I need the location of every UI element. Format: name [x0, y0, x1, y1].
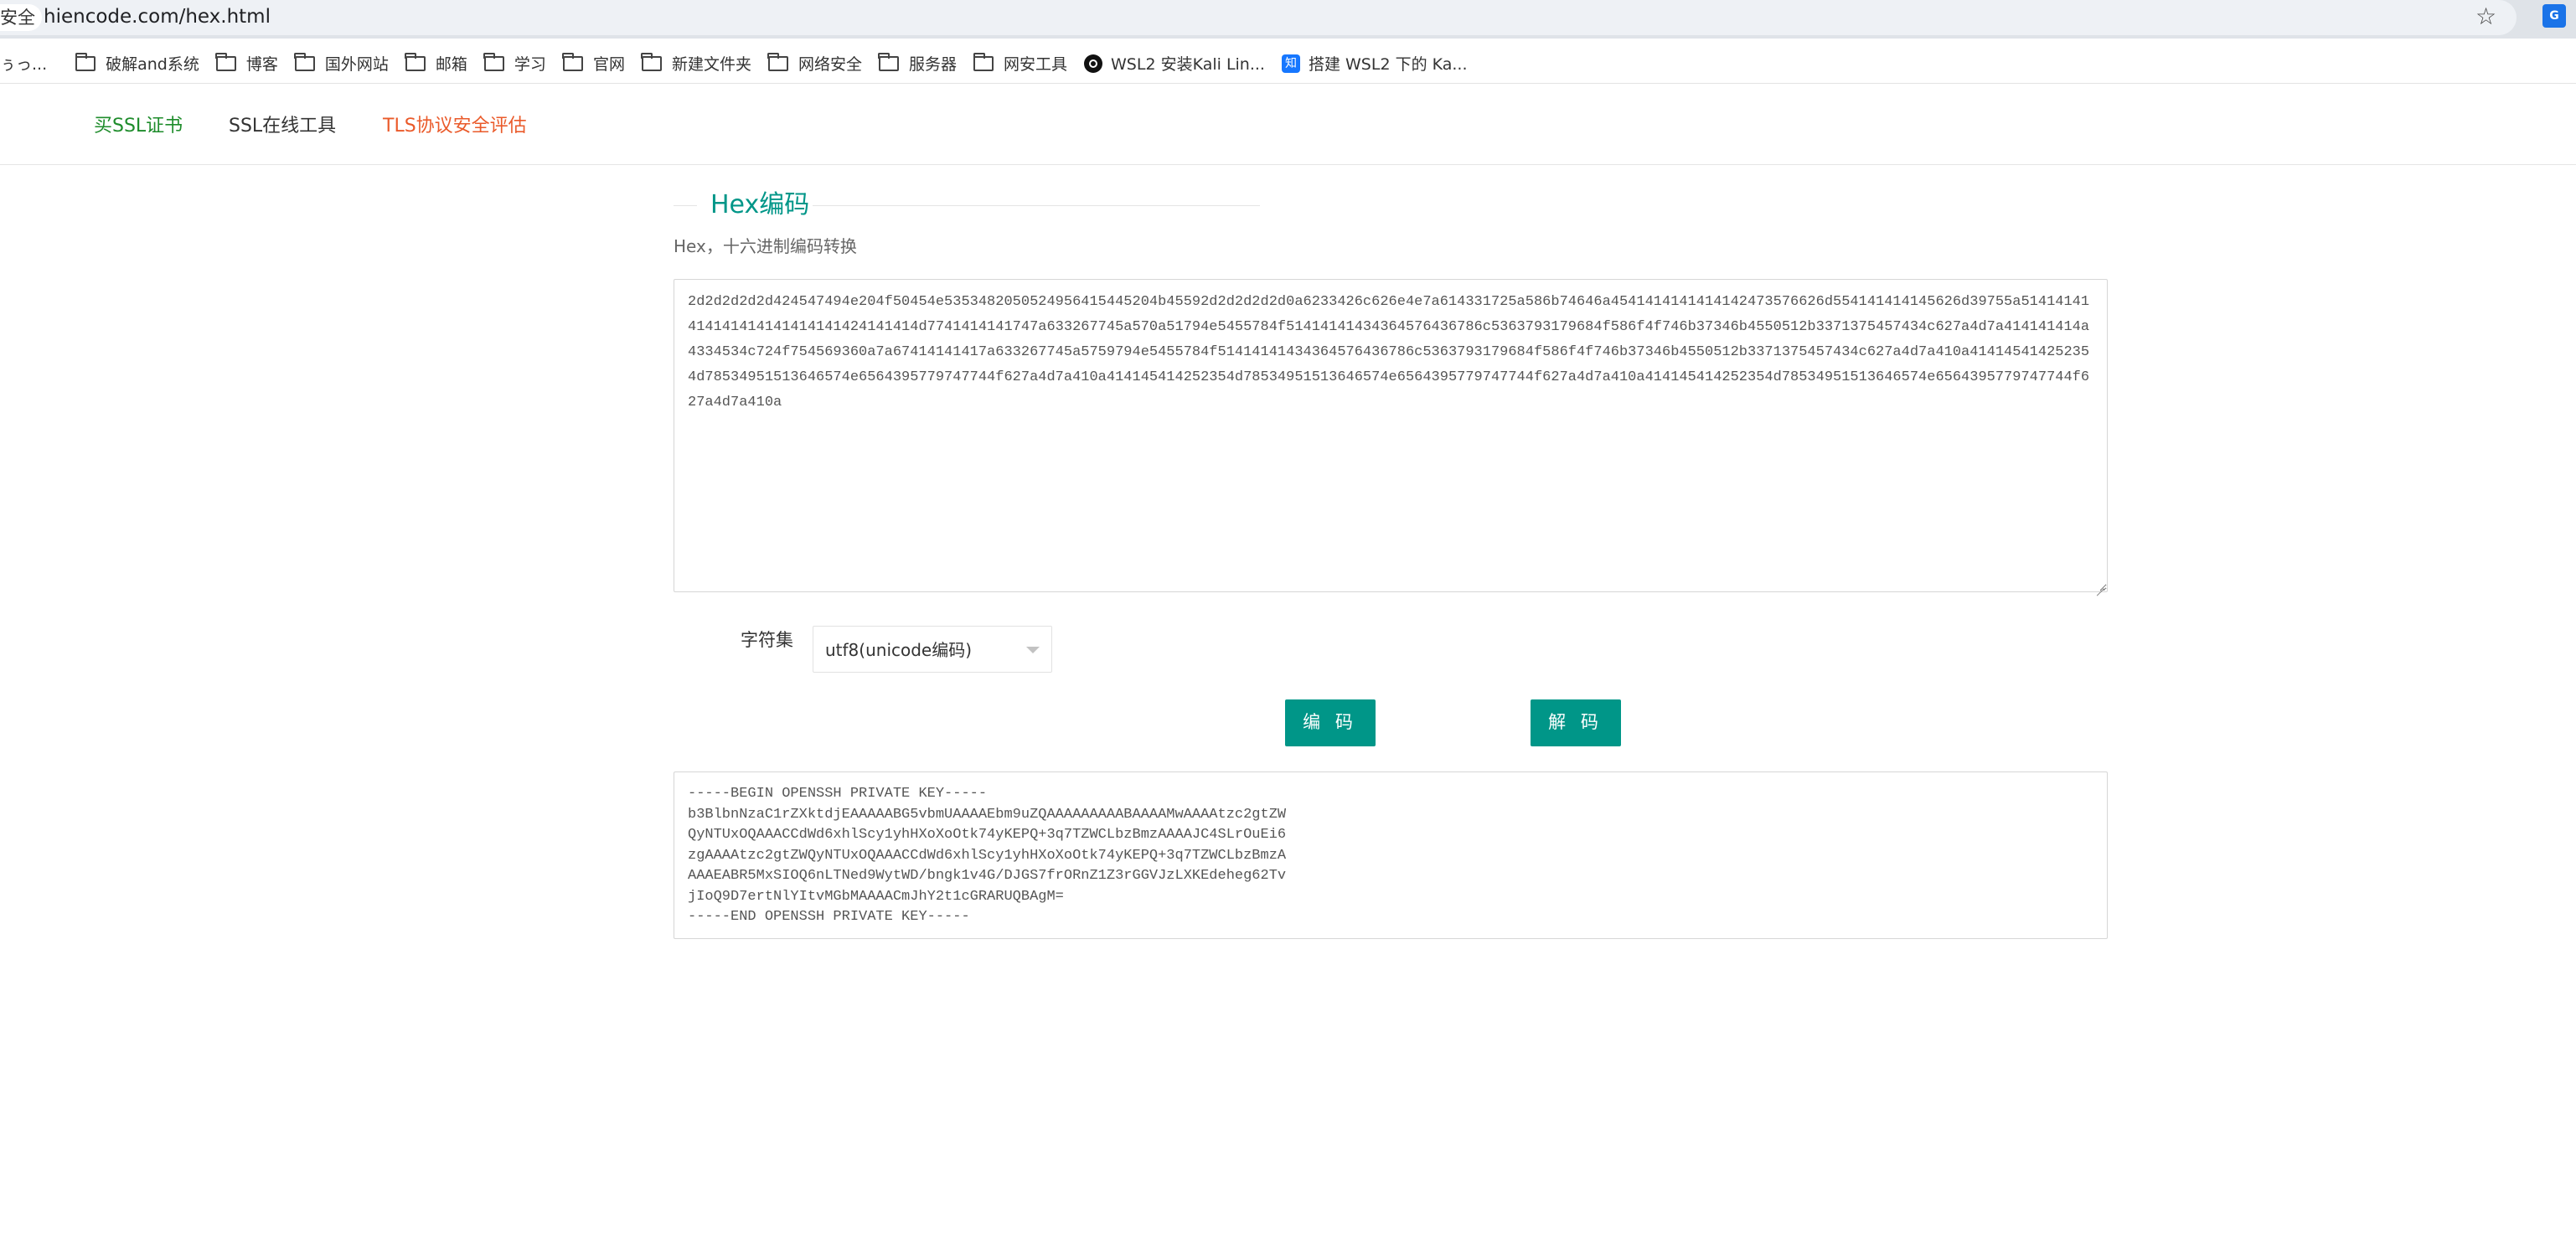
- site-nav: 买SSL证书 SSL在线工具 TLS协议安全评估: [0, 85, 2576, 165]
- bookmarks-bar: ぅっ... 破解and系统 博客 国外网站 邮箱 学习 官网 新建文件夹 网络安…: [0, 44, 2576, 84]
- bookmark-label: 网安工具: [1004, 55, 1068, 74]
- bookmark-folder[interactable]: 官网: [562, 44, 642, 84]
- bookmark-folder[interactable]: 服务器: [878, 44, 973, 84]
- folder-icon: [641, 52, 662, 71]
- charset-selected-value: utf8(unicode编码): [825, 640, 973, 660]
- bookmark-folder[interactable]: 国外网站: [294, 44, 405, 84]
- bookmark-folder[interactable]: 邮箱: [405, 44, 484, 84]
- bookmark-label: 破解and系统: [106, 55, 199, 74]
- folder-icon: [215, 52, 236, 71]
- bookmark-label: 官网: [592, 55, 625, 74]
- bookmark-folder[interactable]: 博客: [215, 44, 295, 84]
- url-field[interactable]: 安全 hiencode.com/hex.html: [0, 0, 2517, 35]
- encode-button[interactable]: 编 码: [1285, 699, 1376, 746]
- translate-icon[interactable]: G: [2542, 4, 2566, 28]
- nav-link-buy-ssl[interactable]: 买SSL证书: [94, 85, 183, 168]
- bookmark-folder[interactable]: 新建文件夹: [641, 44, 768, 84]
- bookmark-label: WSL2 安装Kali Lin...: [1111, 55, 1265, 74]
- page-title: Hex编码: [710, 190, 810, 219]
- nav-link-tls-eval[interactable]: TLS协议安全评估: [383, 85, 527, 168]
- nav-link-ssl-tools[interactable]: SSL在线工具: [229, 85, 336, 168]
- security-badge[interactable]: 安全: [0, 4, 42, 31]
- folder-icon: [973, 52, 994, 71]
- folder-icon: [767, 52, 788, 71]
- bookmark-folder[interactable]: 网络安全: [767, 44, 879, 84]
- bookmark-label: 学习: [514, 55, 546, 74]
- bookmark-item[interactable]: WSL2 安装Kali Lin...: [1084, 44, 1282, 84]
- folder-icon: [75, 52, 96, 71]
- decode-button[interactable]: 解 码: [1531, 699, 1621, 746]
- folder-icon: [562, 52, 583, 71]
- bookmark-star-icon[interactable]: ☆: [2475, 3, 2496, 30]
- zhihu-icon: 知: [1281, 54, 1300, 73]
- resize-handle-icon[interactable]: [2094, 579, 2106, 591]
- title-divider-left: [674, 205, 697, 206]
- chevron-down-icon: [1026, 647, 1040, 653]
- bookmark-label: 服务器: [908, 55, 957, 74]
- bookmark-label: 网络安全: [798, 55, 862, 74]
- bookmark-label: 博客: [245, 55, 278, 74]
- folder-icon: [294, 52, 315, 71]
- url-text[interactable]: hiencode.com/hex.html: [44, 0, 271, 34]
- site-icon: [1084, 54, 1103, 73]
- hex-input-textarea[interactable]: 2d2d2d2d2d424547494e204f50454e5353482050…: [674, 279, 2108, 592]
- charset-label: 字符集: [741, 630, 793, 650]
- bookmark-label: 搭建 WSL2 下的 Ka...: [1308, 55, 1468, 74]
- folder-icon: [405, 52, 426, 71]
- title-divider-right: [813, 205, 1260, 206]
- bookmark-label: ぅっ...: [0, 55, 48, 74]
- page-subtitle: Hex，十六进制编码转换: [674, 236, 857, 256]
- browser-address-bar: 安全 hiencode.com/hex.html ☆ G: [0, 0, 2576, 39]
- bookmark-label: 新建文件夹: [671, 55, 751, 74]
- output-textarea[interactable]: -----BEGIN OPENSSH PRIVATE KEY----- b3Bl…: [674, 771, 2108, 939]
- bookmark-label: 国外网站: [324, 55, 389, 74]
- folder-icon: [483, 52, 504, 71]
- folder-icon: [878, 52, 899, 71]
- bookmark-folder[interactable]: 网安工具: [973, 44, 1084, 84]
- bookmark-label: 邮箱: [435, 55, 467, 74]
- bookmark-folder[interactable]: 破解and系统: [75, 44, 216, 84]
- bookmark-item[interactable]: 知 搭建 WSL2 下的 Ka...: [1281, 44, 1484, 84]
- bookmark-item[interactable]: ぅっ...: [0, 44, 75, 84]
- charset-select[interactable]: utf8(unicode编码): [813, 626, 1052, 673]
- bookmark-folder[interactable]: 学习: [483, 44, 563, 84]
